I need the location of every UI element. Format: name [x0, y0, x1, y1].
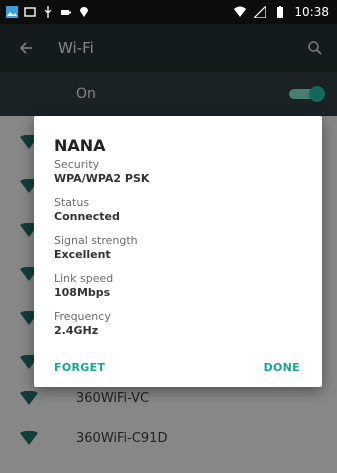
field-value: Connected — [54, 210, 120, 223]
signal-strength-field: Signal strength Excellent — [54, 234, 138, 262]
dialog-title: NANA — [54, 136, 106, 155]
location-icon — [78, 6, 90, 18]
field-label: Status — [54, 196, 90, 209]
screen-icon — [24, 6, 36, 18]
battery-icon — [274, 6, 286, 18]
link-speed-field: Link speed 108Mbps — [54, 272, 113, 300]
field-value: 2.4GHz — [54, 324, 99, 337]
field-value: WPA/WPA2 PSK — [54, 172, 150, 185]
frequency-field: Frequency 2.4GHz — [54, 310, 111, 338]
field-value: Excellent — [54, 248, 111, 261]
battery-plug-icon — [60, 6, 72, 18]
forget-button[interactable]: FORGET — [54, 361, 105, 374]
status-field: Status Connected — [54, 196, 120, 224]
network-details-dialog: NANA Security WPA/WPA2 PSK Status Connec… — [34, 116, 322, 387]
wifi-icon — [234, 6, 247, 18]
usb-icon — [42, 6, 54, 18]
field-label: Security — [54, 158, 100, 171]
done-button[interactable]: DONE — [264, 361, 300, 374]
clock: 10:38 — [294, 5, 329, 19]
gallery-icon — [6, 6, 18, 18]
signal-icon — [254, 6, 267, 18]
field-label: Signal strength — [54, 234, 138, 247]
field-label: Link speed — [54, 272, 114, 285]
security-field: Security WPA/WPA2 PSK — [54, 158, 149, 186]
field-value: 108Mbps — [54, 286, 111, 299]
status-bar: 10:38 — [0, 0, 337, 24]
field-label: Frequency — [54, 310, 111, 323]
